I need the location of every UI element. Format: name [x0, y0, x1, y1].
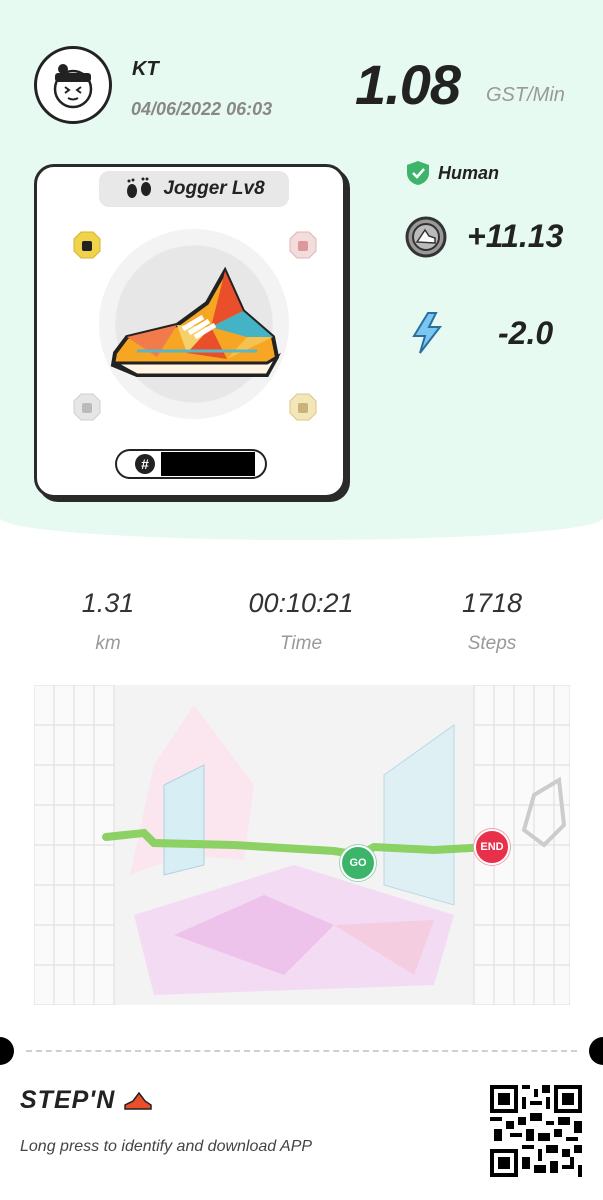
shield-check-icon	[407, 161, 429, 185]
dashed-divider	[26, 1050, 577, 1052]
route-map[interactable]: GO END	[34, 685, 570, 1005]
footprints-icon	[127, 177, 152, 198]
sneaker-card[interactable]: Jogger Lv8 #	[34, 164, 346, 498]
avatar	[34, 46, 112, 124]
route-end-marker[interactable]: END	[474, 829, 510, 865]
gst-rate-value: 1.08	[355, 53, 461, 116]
stat-distance-value: 1.31	[81, 588, 135, 618]
route-start-marker[interactable]: GO	[340, 845, 376, 881]
stat-time-value: 00:10:21	[248, 588, 354, 618]
energy-row: -2.0	[410, 312, 553, 359]
brand-name: STEP'N	[20, 1086, 116, 1114]
gem-socket-lock-icon[interactable]	[289, 231, 317, 259]
brand-logo: STEP'N	[20, 1086, 153, 1115]
stat-steps-value: 1718	[461, 588, 523, 618]
gst-earned-row: +11.13	[405, 216, 563, 258]
stat-steps: 1718 Steps	[442, 588, 542, 655]
sneaker-type-tag: Jogger Lv8	[99, 171, 289, 207]
run-datetime: 04/06/2022 06:03	[131, 99, 273, 119]
gst-coin-icon	[405, 216, 447, 258]
stat-time: 00:10:21 Time	[228, 588, 374, 655]
qr-code[interactable]	[490, 1085, 582, 1177]
sneaker-type-level: Jogger Lv8	[163, 178, 265, 199]
ticket-notch-left	[0, 1037, 14, 1065]
stat-distance: 1.31 km	[60, 588, 156, 655]
gst-earned-value: +11.13	[467, 218, 564, 254]
gem-socket-lock-icon[interactable]	[73, 231, 101, 259]
human-label: Human	[438, 162, 500, 183]
username: KT	[132, 58, 159, 80]
avatar-face-icon	[53, 64, 93, 109]
sneaker-id-redacted	[161, 452, 255, 476]
sneaker-logo-icon	[124, 1092, 152, 1111]
qr-code-icon	[490, 1085, 582, 1177]
human-badge: Human	[406, 160, 499, 186]
gst-rate-unit: GST/Min	[486, 84, 565, 106]
sneaker-id: #	[115, 449, 267, 479]
gem-socket-lock-icon[interactable]	[289, 393, 317, 421]
sneaker-image	[110, 267, 282, 377]
stat-steps-label: Steps	[467, 633, 517, 654]
download-instruction: Long press to identify and download APP	[20, 1138, 313, 1155]
ticket-notch-right	[589, 1037, 603, 1065]
energy-value: -2.0	[498, 315, 554, 351]
stat-distance-label: km	[95, 633, 121, 654]
gem-socket-lock-icon[interactable]	[73, 393, 101, 421]
stat-time-label: Time	[279, 633, 323, 654]
sneaker-id-prefix: #	[135, 454, 155, 474]
energy-bolt-icon	[412, 312, 443, 354]
